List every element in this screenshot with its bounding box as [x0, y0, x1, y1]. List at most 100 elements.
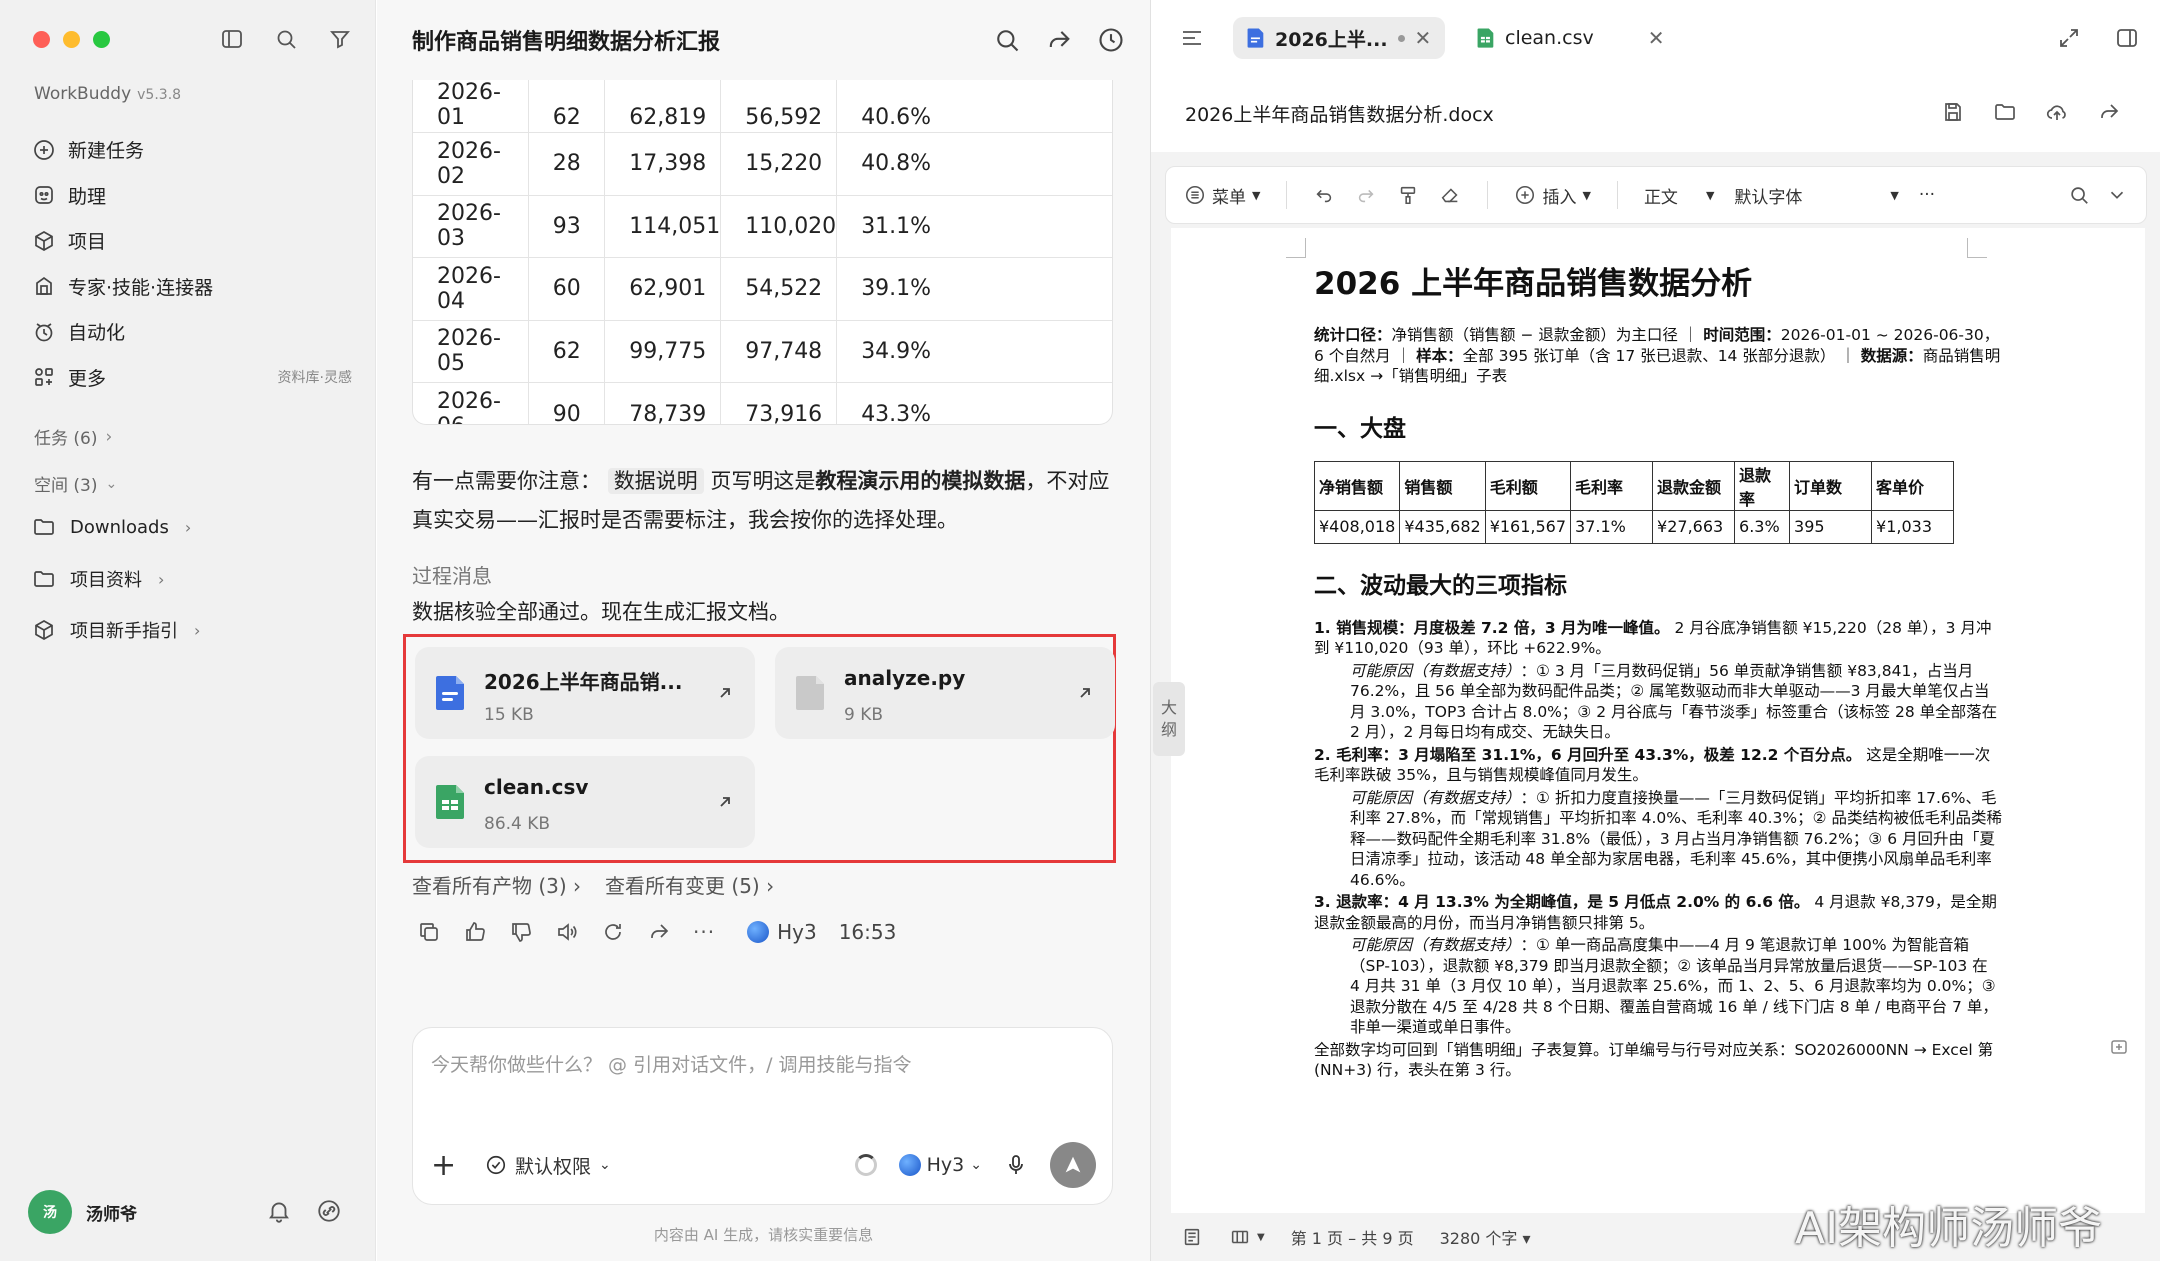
add-comment-icon[interactable] [2109, 1038, 2129, 1058]
open-external-icon[interactable] [715, 683, 735, 703]
file-card-py[interactable]: analyze.py 9 KB [775, 647, 1115, 739]
table-cell: 90 [528, 382, 606, 424]
divider [1616, 181, 1618, 209]
history-icon[interactable] [1097, 26, 1125, 54]
thumbs-up-icon[interactable] [463, 920, 487, 944]
more-options-button[interactable]: ··· [1919, 185, 1935, 205]
note-chip: 数据说明 [607, 468, 704, 494]
expand-icon[interactable] [2057, 26, 2081, 50]
search-icon[interactable] [993, 26, 1021, 54]
speaker-icon[interactable] [555, 920, 579, 944]
zoom-window-button[interactable] [93, 31, 110, 48]
folder-icon [34, 571, 54, 587]
file-card-csv[interactable]: clean.csv 86.4 KB [415, 756, 755, 848]
more-icon[interactable]: ··· [693, 920, 715, 944]
document-tools [1941, 100, 2121, 124]
metric-item: 2. 毛利率：3 月塌陷至 31.1%，6 月回升至 43.3%，极差 12.2… [1314, 745, 2002, 786]
filter-icon[interactable] [328, 27, 352, 51]
link-icon[interactable] [316, 1198, 342, 1224]
minimize-window-button[interactable] [63, 31, 80, 48]
table-row: 2026-01 62 62,819 56,592 40.6% [413, 80, 1112, 133]
share-icon[interactable] [2097, 100, 2121, 124]
undo-icon[interactable] [1313, 184, 1335, 206]
share-icon[interactable] [1045, 26, 1073, 54]
nav-new-task[interactable]: 新建任务 [32, 127, 352, 173]
send-button[interactable] [1050, 1142, 1096, 1188]
tasks-section-toggle[interactable]: 任务 (6) › [34, 424, 112, 450]
redo-icon[interactable] [1355, 184, 1377, 206]
tab-csv[interactable]: clean.csv ✕ [1463, 17, 1679, 59]
kpi-value-cell: ¥161,567 [1484, 509, 1572, 544]
file-size: 9 KB [844, 705, 884, 725]
file-name: 2026上半年商品销... [484, 670, 683, 694]
table-cell: 56,592 [720, 80, 838, 133]
chat-header-tools [993, 26, 1125, 54]
user-profile[interactable]: 汤 汤师爷 [28, 1190, 137, 1234]
open-external-icon[interactable] [1075, 683, 1095, 703]
nav-assistant[interactable]: 助理 [32, 173, 352, 219]
nav-automation[interactable]: 自动化 [32, 309, 352, 355]
tab-docx[interactable]: 2026上半... ✕ [1233, 17, 1446, 59]
view-outputs-link[interactable]: 查看所有产物 (3) › [412, 870, 581, 899]
file-name: analyze.py [844, 666, 966, 690]
model-select[interactable]: Hy3 ⌄ [898, 1154, 982, 1176]
item-heading: 1. 销售规模：月度极差 7.2 倍，3 月为唯一峰值。 [1314, 618, 1670, 637]
folder-newbie-guide[interactable]: 项目新手指引 › [32, 617, 200, 643]
search-icon[interactable] [2068, 184, 2090, 206]
word-count[interactable]: 3280 个字 ▾ [1440, 1225, 1531, 1249]
toggle-sidebar-icon[interactable] [220, 27, 244, 51]
cloud-upload-icon[interactable] [2045, 100, 2069, 124]
close-tab-icon[interactable]: ✕ [1648, 26, 1665, 50]
doc-footnote: 全部数字均可回到「销售明细」子表复算。订单编号与行号对应关系：SO2026000… [1314, 1040, 1994, 1080]
attach-plus-button[interactable]: + [431, 1148, 465, 1183]
document-page[interactable]: 2026 上半年商品销售数据分析 统计口径：净销售额（销售额 − 退款金额）为主… [1171, 228, 2145, 1213]
close-tab-icon[interactable]: ✕ [1415, 26, 1432, 50]
process-label: 过程消息 [412, 564, 492, 588]
open-external-icon[interactable] [715, 792, 735, 812]
table-cell: 43.3% [861, 401, 932, 425]
close-window-button[interactable] [33, 31, 50, 48]
permission-select[interactable]: 默认权限 ⌄ [485, 1152, 611, 1179]
nav-experts[interactable]: 专家·技能·连接器 [32, 264, 352, 310]
nav-more-hint: 资料库·灵感 [277, 370, 352, 387]
menu-dropdown[interactable]: 菜单 ▼ [1184, 183, 1260, 208]
style-dropdown[interactable]: 正文 ▼ [1644, 183, 1714, 208]
format-painter-icon[interactable] [1397, 184, 1419, 206]
bell-icon[interactable] [266, 1198, 292, 1224]
page-corner-mark [1286, 238, 1306, 258]
layout-dropdown[interactable]: ▼ [1229, 1226, 1265, 1248]
menu-icon[interactable] [1179, 26, 1205, 50]
outline-toggle[interactable]: 大 纲 [1153, 682, 1185, 756]
eraser-icon[interactable] [1439, 184, 1461, 206]
document-title-bar: 2026上半年商品销售数据分析.docx [1151, 76, 2160, 152]
font-dropdown[interactable]: 默认字体 ▼ [1734, 183, 1898, 208]
word-count-label: 3280 个字 [1439, 1229, 1518, 1248]
folder-icon[interactable] [1993, 100, 2017, 124]
nav-project[interactable]: 项目 [32, 218, 352, 264]
regenerate-icon[interactable] [601, 920, 625, 944]
folder-project-materials[interactable]: 项目资料 › [32, 566, 164, 592]
watermark-text: AI架构师汤师爷 [1795, 1203, 2103, 1254]
panel-toggle-icon[interactable] [2115, 26, 2139, 50]
menu-label: 菜单 [1212, 187, 1246, 208]
insert-dropdown[interactable]: 插入 ▼ [1514, 183, 1591, 208]
chevron-down-icon[interactable] [2106, 184, 2128, 206]
spaces-section-toggle[interactable]: 空间 (3) ⌄ [34, 471, 117, 497]
divider [1286, 181, 1288, 209]
message-input[interactable] [431, 1050, 1091, 1110]
document-outline-icon[interactable] [1181, 1226, 1203, 1248]
document-panel: 2026上半... ✕ clean.csv ✕ 2026上半年商品销售数据分析.… [1150, 0, 2160, 1261]
thumbs-down-icon[interactable] [509, 920, 533, 944]
search-icon[interactable] [274, 27, 298, 51]
tab-label: clean.csv [1505, 27, 1594, 49]
view-outputs-label: 查看所有产物 (3) [412, 874, 567, 898]
share-icon[interactable] [647, 920, 671, 944]
table-cell: 93 [528, 195, 606, 258]
view-changes-link[interactable]: 查看所有变更 (5) › [605, 870, 774, 899]
save-icon[interactable] [1941, 100, 1965, 124]
folder-downloads[interactable]: Downloads › [32, 515, 191, 539]
file-card-docx[interactable]: 2026上半年商品销... 15 KB [415, 647, 755, 739]
nav-more[interactable]: 更多 资料库·灵感 [32, 355, 352, 401]
microphone-icon[interactable] [1004, 1153, 1028, 1177]
copy-icon[interactable] [417, 920, 441, 944]
